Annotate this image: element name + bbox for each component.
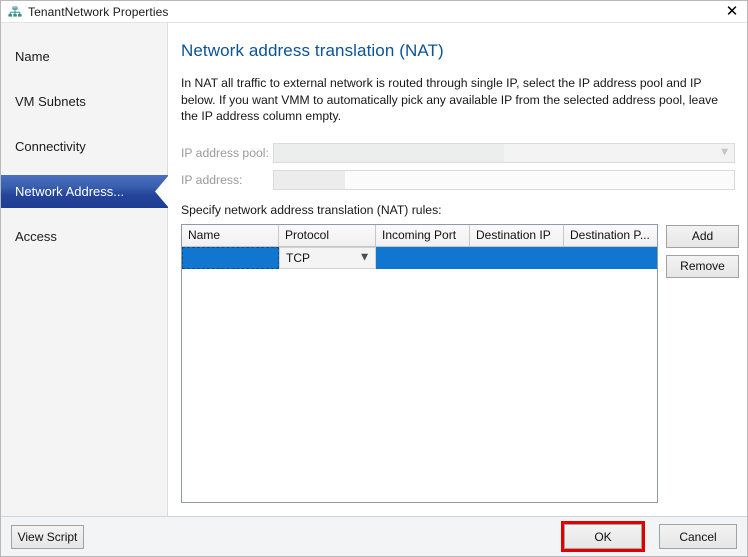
cell-name[interactable] (182, 246, 279, 269)
sidebar-item-label: Name (15, 49, 50, 64)
main-content: Network address translation (NAT) In NAT… (168, 23, 747, 516)
ip-address-pool-label: IP address pool: (181, 145, 269, 160)
table-row[interactable]: TCP ▼ (182, 246, 657, 269)
sidebar: Name VM Subnets Connectivity Network Add… (1, 23, 169, 516)
ok-button[interactable]: OK (564, 524, 642, 549)
view-script-button[interactable]: View Script (11, 524, 84, 549)
protocol-value: TCP (286, 250, 310, 265)
disabled-fill (274, 170, 346, 189)
network-icon (7, 4, 23, 20)
dialog-window: TenantNetwork Properties ✕ Name VM Subne… (0, 0, 748, 557)
window-title: TenantNetwork Properties (28, 4, 169, 19)
grid-side-buttons: Add Remove (666, 224, 739, 278)
remove-button[interactable]: Remove (666, 254, 739, 278)
cancel-button[interactable]: Cancel (659, 524, 737, 549)
ok-button-wrapper: OK (561, 521, 645, 552)
page-title: Network address translation (NAT) (181, 41, 444, 60)
ip-address-pool-row: IP address pool: ▼ (181, 142, 735, 163)
sidebar-item-label: Network Address... (15, 184, 125, 199)
column-header-destination-ip[interactable]: Destination IP (470, 224, 564, 246)
disabled-fill (274, 143, 504, 162)
close-icon[interactable]: ✕ (717, 1, 747, 22)
cell-destination-port[interactable] (564, 247, 657, 269)
add-button[interactable]: Add (666, 224, 739, 248)
sidebar-item-label: Access (15, 229, 57, 244)
page-description: In NAT all traffic to external network i… (181, 76, 718, 123)
footer-bar: View Script OK Cancel (1, 516, 747, 556)
dialog-body: Name VM Subnets Connectivity Network Add… (1, 23, 747, 516)
column-header-protocol[interactable]: Protocol (279, 224, 376, 246)
ip-address-pool-select[interactable]: ▼ (273, 142, 735, 163)
nat-rules-grid[interactable]: Name Protocol Incoming Port Destination … (181, 223, 658, 503)
sidebar-item-network-address[interactable]: Network Address... (1, 175, 169, 208)
cell-destination-ip[interactable] (470, 247, 564, 269)
protocol-select[interactable]: TCP ▼ (279, 246, 376, 269)
column-header-destination-port[interactable]: Destination P... (564, 224, 657, 246)
ip-address-row: IP address: (181, 169, 735, 190)
chevron-down-icon: ▼ (721, 147, 728, 157)
column-header-name[interactable]: Name (182, 224, 279, 246)
cell-protocol[interactable]: TCP ▼ (279, 246, 376, 269)
cell-incoming-port[interactable] (376, 247, 470, 269)
sidebar-item-label: Connectivity (15, 139, 86, 154)
grid-header-row: Name Protocol Incoming Port Destination … (182, 224, 657, 247)
selected-arrow-icon (155, 175, 169, 208)
ip-address-label: IP address: (181, 172, 243, 187)
sidebar-item-label: VM Subnets (15, 94, 86, 109)
sidebar-item-connectivity[interactable]: Connectivity (1, 130, 167, 163)
rules-label: Specify network address translation (NAT… (181, 202, 442, 217)
title-bar: TenantNetwork Properties ✕ (1, 1, 747, 23)
ip-address-input[interactable] (273, 169, 735, 190)
sidebar-item-access[interactable]: Access (1, 220, 167, 253)
chevron-down-icon: ▼ (361, 252, 368, 262)
rules-area: Name Protocol Incoming Port Destination … (181, 223, 739, 503)
sidebar-item-name[interactable]: Name (1, 40, 167, 73)
sidebar-item-vm-subnets[interactable]: VM Subnets (1, 85, 167, 118)
column-header-incoming-port[interactable]: Incoming Port (376, 224, 470, 246)
